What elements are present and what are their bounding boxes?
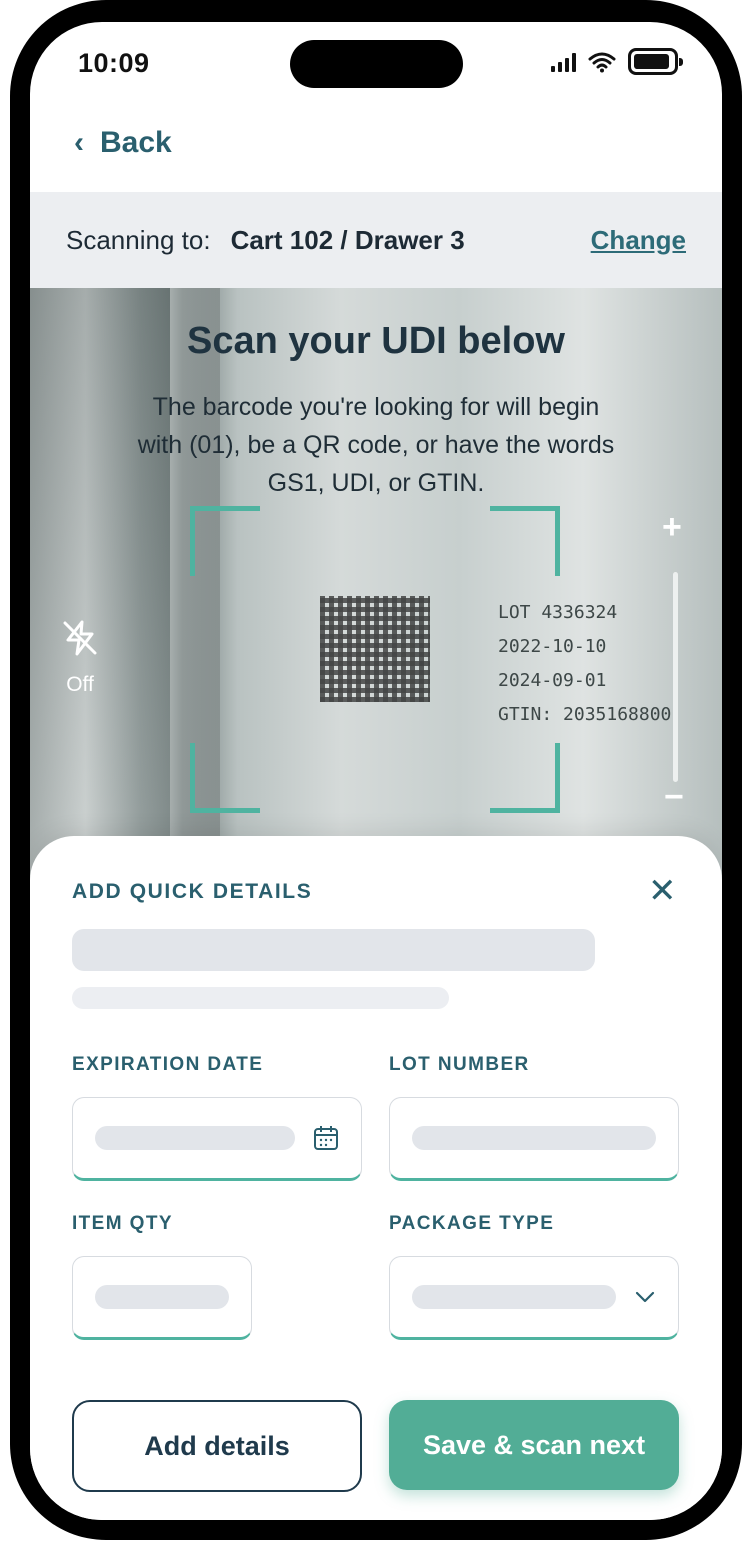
scan-frame-corner-bottom-left <box>190 743 260 813</box>
zoom-out-button[interactable]: − <box>664 778 684 817</box>
package-type-select[interactable] <box>389 1256 679 1340</box>
status-time: 10:09 <box>78 48 150 78</box>
save-and-scan-next-button[interactable]: Save & scan next <box>389 1400 679 1490</box>
scan-target-bar: Scanning to: Cart 102 / Drawer 3 Change <box>30 192 722 288</box>
phone-frame: 10:09 ‹ Back Scanning to: Cart 102 / Dra… <box>10 0 742 1540</box>
chevron-down-icon <box>635 1291 655 1303</box>
package-type-placeholder <box>412 1285 616 1309</box>
scan-frame-corner-top-left <box>190 506 260 576</box>
camera-viewfinder[interactable]: Scan your UDI below The barcode you're l… <box>30 288 722 888</box>
flash-toggle[interactable]: Off <box>58 618 102 697</box>
expiration-date-placeholder <box>95 1126 295 1150</box>
item-qty-placeholder <box>95 1285 229 1309</box>
scan-description: The barcode you're looking for will begi… <box>137 393 615 497</box>
zoom-slider[interactable] <box>673 572 678 782</box>
battery-icon <box>628 48 683 75</box>
package-manufactured: 2022-10-10 <box>498 636 607 657</box>
item-subtitle-placeholder <box>72 987 449 1009</box>
wifi-icon <box>588 52 616 72</box>
sheet-title: ADD QUICK DETAILS <box>72 880 313 903</box>
package-expiry: 2024-09-01 <box>498 670 607 691</box>
status-icons <box>551 48 683 75</box>
item-qty-field[interactable] <box>72 1256 252 1340</box>
back-label: Back <box>100 126 172 159</box>
calendar-icon[interactable] <box>313 1125 339 1151</box>
scan-frame-corner-bottom-right <box>490 743 560 813</box>
datamatrix-barcode <box>320 596 430 702</box>
expiration-date-field[interactable] <box>72 1097 362 1181</box>
lot-number-placeholder <box>412 1126 656 1150</box>
chevron-left-icon: ‹ <box>74 126 84 159</box>
package-gtin: GTIN: 2035168800 <box>498 704 672 725</box>
back-button[interactable]: ‹ Back <box>74 126 172 160</box>
item-name-placeholder <box>72 929 595 971</box>
package-type-label: PACKAGE TYPE <box>389 1213 555 1234</box>
flash-off-icon <box>63 620 97 656</box>
scan-target-location: Cart 102 / Drawer 3 <box>230 224 465 255</box>
scan-frame-corner-top-right <box>490 506 560 576</box>
cellular-signal-icon <box>551 52 576 72</box>
zoom-in-button[interactable]: + <box>662 508 682 547</box>
close-icon[interactable]: ✕ <box>648 874 677 908</box>
app-screen: 10:09 ‹ Back Scanning to: Cart 102 / Dra… <box>30 22 722 1520</box>
change-location-link[interactable]: Change <box>591 225 686 256</box>
package-label-text: LOT 4336324 2022-10-10 2024-09-01 GTIN: … <box>498 596 671 732</box>
package-lot: LOT 4336324 <box>498 602 618 623</box>
quick-details-sheet: ADD QUICK DETAILS ✕ EXPIRATION DATE LOT … <box>30 836 722 1520</box>
flash-label: Off <box>66 673 94 696</box>
lot-number-field[interactable] <box>389 1097 679 1181</box>
expiration-date-label: EXPIRATION DATE <box>72 1054 264 1075</box>
scan-target-prefix: Scanning to: <box>66 224 211 255</box>
dynamic-island <box>290 40 463 88</box>
scan-title: Scan your UDI below <box>187 320 565 362</box>
camera-shadow <box>30 288 170 888</box>
add-details-button[interactable]: Add details <box>72 1400 362 1492</box>
item-qty-label: ITEM QTY <box>72 1213 173 1234</box>
lot-number-label: LOT NUMBER <box>389 1054 530 1075</box>
